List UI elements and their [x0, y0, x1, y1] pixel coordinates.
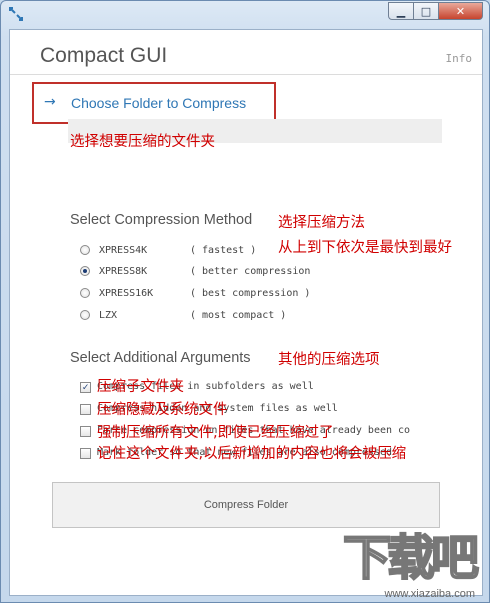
checkbox[interactable]	[80, 448, 91, 459]
radio-button[interactable]	[80, 245, 90, 255]
info-link[interactable]: Info	[446, 52, 473, 65]
radio-name: LZX	[99, 309, 118, 321]
radio-button[interactable]	[80, 288, 90, 298]
checkbox-checked[interactable]: ✓	[80, 382, 91, 393]
watermark-url: www.xiazaiba.com	[384, 588, 475, 600]
radio-name: XPRESS16K	[99, 287, 154, 299]
choose-folder-label: Choose Folder to Compress	[71, 95, 247, 111]
radio-desc: ( most compact )	[190, 309, 287, 321]
annotation-arguments: 其他的压缩选项	[278, 352, 380, 368]
annotation-arg4: 记住这个文件夹,以后新增加的内容也将会被压缩	[97, 446, 407, 462]
radio-xpress4k[interactable]: XPRESS4K ( fastest )	[80, 242, 256, 258]
checkbox[interactable]	[80, 426, 91, 437]
app-icon	[9, 7, 23, 21]
annotation-arg3: 强制压缩所有文件,即使已经压缩过了	[97, 425, 334, 441]
radio-desc: ( best compression )	[190, 287, 311, 299]
radio-name: XPRESS4K	[99, 244, 148, 256]
annotation-arg2: 压缩隐藏及系统文件	[97, 402, 228, 418]
arrow-right-icon: →	[44, 94, 56, 110]
close-button[interactable]: ✕	[439, 2, 483, 20]
radio-desc: ( fastest )	[190, 244, 257, 256]
radio-lzx[interactable]: LZX ( most compact )	[80, 307, 286, 323]
arguments-heading: Select Additional Arguments	[70, 350, 251, 366]
radio-xpress16k[interactable]: XPRESS16K ( best compression )	[80, 285, 310, 301]
minimize-button[interactable]: ▁	[388, 2, 414, 20]
checkbox[interactable]	[80, 404, 91, 415]
app-title: Compact GUI	[40, 44, 168, 67]
choose-folder-button[interactable]: → Choose Folder to Compress	[32, 82, 276, 124]
annotation-order: 从上到下依次是最快到最好	[278, 240, 452, 256]
app-client-area: Compact GUI Info → Choose Folder to Comp…	[9, 29, 483, 596]
annotation-choose: 选择想要压缩的文件夹	[70, 134, 215, 150]
radio-button-selected[interactable]	[80, 266, 90, 276]
app-window: ▁ □ ✕ Compact GUI Info → Choose Folder t…	[0, 0, 490, 603]
annotation-arg1: 压缩子文件夹	[97, 379, 184, 395]
header-divider	[10, 74, 482, 75]
maximize-button[interactable]: □	[414, 2, 439, 20]
annotation-method: 选择压缩方法	[278, 215, 365, 231]
radio-name: XPRESS8K	[99, 265, 148, 277]
radio-desc: ( better compression	[190, 265, 311, 277]
radio-button[interactable]	[80, 310, 90, 320]
window-controls: ▁ □ ✕	[388, 2, 483, 20]
watermark-logo: 下载吧	[342, 529, 480, 587]
method-heading: Select Compression Method	[70, 212, 253, 228]
radio-xpress8k[interactable]: XPRESS8K ( better compression	[80, 263, 310, 279]
